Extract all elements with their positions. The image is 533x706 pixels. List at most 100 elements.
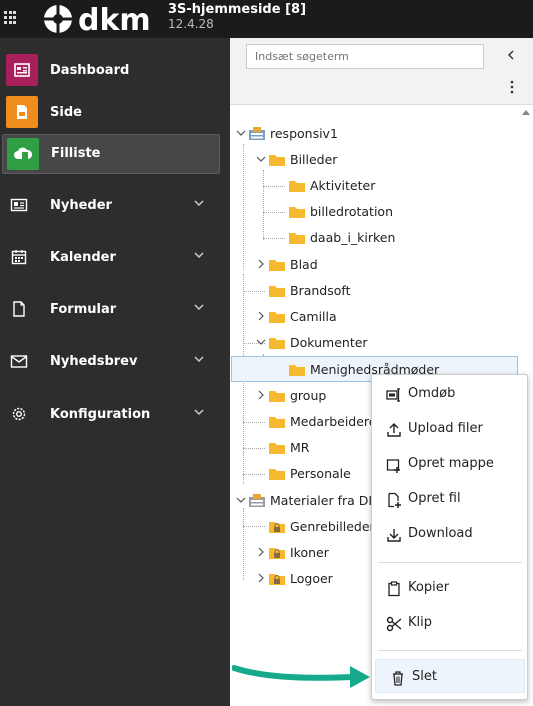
sidebar-item-filliste[interactable]: Filliste <box>2 134 220 174</box>
folder-icon <box>269 338 285 349</box>
chevron-down-icon <box>194 252 204 259</box>
tree-node-personale[interactable]: Personale <box>256 462 371 486</box>
chevron-down-icon[interactable] <box>256 337 266 347</box>
chevron-down-icon <box>194 356 204 363</box>
sidebar-item-side[interactable]: Side <box>0 93 230 133</box>
folder-icon <box>269 260 285 271</box>
tree-node-genrebilleder[interactable]: Genrebilleder <box>256 515 371 539</box>
chevron-right-icon[interactable] <box>256 259 266 269</box>
sidebar-item-label: Kalender <box>50 250 116 265</box>
chevron-down-icon <box>194 409 204 416</box>
site-version: 12.4.28 <box>168 17 214 31</box>
sidebar-item-label: Dashboard <box>50 63 130 78</box>
chevron-right-icon[interactable] <box>256 390 266 400</box>
scissors-icon <box>386 616 402 632</box>
menu-item-kopier[interactable]: Kopier <box>372 571 527 605</box>
sidebar-item-formular[interactable]: Formular <box>0 290 230 330</box>
download-icon <box>387 529 401 542</box>
server-folder-icon <box>249 494 265 507</box>
tree-node-group[interactable]: group <box>256 384 366 408</box>
sidebar-item-nyhedsbrev[interactable]: Nyhedsbrev <box>0 342 230 382</box>
menu-item-slet[interactable]: Slet <box>375 659 525 693</box>
new-file-icon <box>388 492 401 508</box>
top-bar: dkm 3S-hjemmeside [8] 12.4.28 <box>0 0 533 38</box>
locked-folder-icon <box>269 574 285 585</box>
chevron-left-icon[interactable] <box>504 48 518 62</box>
annotation-arrow-icon <box>232 665 370 688</box>
chevron-right-icon[interactable] <box>256 311 266 321</box>
chevron-down-icon[interactable] <box>236 495 246 505</box>
menu-item-download[interactable]: Download <box>372 517 527 551</box>
site-title: 3S-hjemmeside [8] <box>168 2 307 17</box>
tree-node-brandsoft[interactable]: Brandsoft <box>256 279 456 303</box>
menu-item-klip[interactable]: Klip <box>372 606 527 640</box>
menu-item-opret-mappe[interactable]: Opret mappe <box>372 447 527 481</box>
copy-icon <box>388 581 400 597</box>
app-grid-icon[interactable] <box>4 11 18 25</box>
sidebar-item-nyheder[interactable]: Nyheder <box>0 186 230 226</box>
tree-node-daab-i-kirken[interactable]: daab_i_kirken <box>276 226 476 250</box>
sidebar-item-label: Formular <box>50 302 117 317</box>
folder-icon <box>289 233 305 244</box>
dkm-logo: dkm <box>44 3 151 38</box>
server-folder-icon <box>249 127 265 140</box>
tree-node-mr[interactable]: MR <box>256 436 366 460</box>
folder-icon <box>269 155 285 166</box>
trash-icon <box>393 671 403 686</box>
tree-toolbar <box>230 38 533 105</box>
tree-node-logoer[interactable]: Logoer <box>256 567 366 591</box>
tree-node-ikoner[interactable]: Ikoner <box>256 541 366 565</box>
chevron-right-icon[interactable] <box>256 573 266 583</box>
gear-icon <box>12 407 26 421</box>
sidebar-item-label: Konfiguration <box>50 407 151 422</box>
new-folder-icon <box>386 459 400 473</box>
tree-node-camilla[interactable]: Camilla <box>256 305 456 329</box>
chevron-right-icon[interactable] <box>256 547 266 557</box>
tree-node-responsiv1[interactable]: responsiv1 <box>236 122 436 146</box>
tree-node-materialer-fra-dk[interactable]: Materialer fra DK <box>236 489 371 513</box>
sidebar-item-konfiguration[interactable]: Konfiguration <box>0 395 230 435</box>
cloud-icon <box>7 138 39 170</box>
sidebar-item-label: Filliste <box>51 146 101 161</box>
tree-node-billedrotation[interactable]: billedrotation <box>276 200 476 224</box>
folder-icon <box>289 207 305 218</box>
search-input[interactable] <box>246 44 484 69</box>
folder-icon <box>269 469 285 480</box>
menu-separator <box>378 650 522 651</box>
chevron-down-icon[interactable] <box>256 154 266 164</box>
menu-separator <box>378 562 522 563</box>
sidebar-item-kalender[interactable]: Kalender <box>0 238 230 278</box>
tree-node-blad[interactable]: Blad <box>256 253 456 277</box>
sidebar: Dashboard Side Filliste Nyheder Kalender… <box>0 38 230 706</box>
folder-icon <box>269 443 285 454</box>
upload-icon <box>387 423 401 437</box>
calendar-icon <box>11 250 27 265</box>
page-icon <box>6 96 38 128</box>
tree-node-aktiviteter[interactable]: Aktiviteter <box>276 174 476 198</box>
tree-node-billeder[interactable]: Billeder <box>256 148 456 172</box>
chevron-down-icon[interactable] <box>236 128 246 138</box>
scroll-up-arrow[interactable] <box>522 110 530 115</box>
tree-node-medarbeidere[interactable]: Medarbeidere <box>256 410 371 434</box>
rename-icon <box>386 388 400 402</box>
chevron-down-icon <box>194 200 204 207</box>
menu-item-omdob[interactable]: Omdøb <box>372 377 527 411</box>
newspaper-icon <box>10 198 28 212</box>
locked-folder-icon <box>269 522 285 533</box>
svg-text:dkm: dkm <box>78 3 151 38</box>
context-menu: Omdøb Upload filer Opret mappe Opret fil… <box>371 374 528 700</box>
folder-icon <box>269 417 285 428</box>
sidebar-item-label: Nyheder <box>50 198 112 213</box>
sidebar-item-dashboard[interactable]: Dashboard <box>0 51 230 91</box>
folder-icon <box>269 391 285 402</box>
menu-item-opret-fil[interactable]: Opret fil <box>372 482 527 516</box>
sidebar-item-label: Side <box>50 105 82 120</box>
form-icon <box>13 301 25 317</box>
envelope-icon <box>10 355 28 368</box>
menu-item-upload-filer[interactable]: Upload filer <box>372 412 527 446</box>
dashboard-icon <box>6 54 38 86</box>
more-vertical-icon[interactable] <box>510 80 514 94</box>
locked-folder-icon <box>269 548 285 559</box>
chevron-down-icon <box>194 304 204 311</box>
tree-node-dokumenter[interactable]: Dokumenter <box>256 331 456 355</box>
